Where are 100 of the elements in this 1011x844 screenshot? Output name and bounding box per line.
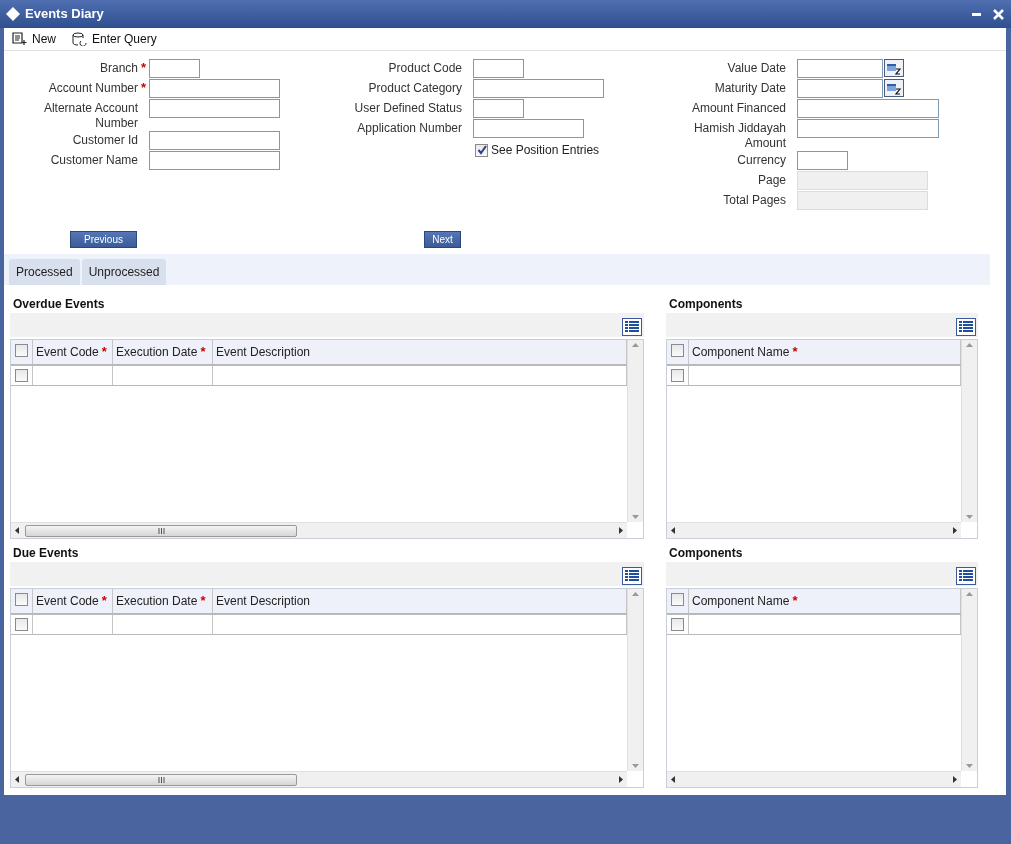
required-asterisk: * xyxy=(200,343,206,362)
down-arrow-icon xyxy=(966,764,973,768)
next-button[interactable]: Next xyxy=(424,230,461,248)
required-asterisk: * xyxy=(140,79,147,96)
input-field[interactable] xyxy=(149,79,280,98)
down-arrow-icon xyxy=(966,515,973,519)
column-header: Execution Date * xyxy=(113,589,213,613)
horizontal-scrollbar[interactable] xyxy=(11,522,627,538)
left-arrow-icon xyxy=(671,527,675,534)
input-field[interactable] xyxy=(149,99,280,118)
required-asterisk: * xyxy=(101,343,107,362)
input-field[interactable] xyxy=(797,79,883,98)
checkbox[interactable] xyxy=(15,344,28,357)
right-arrow-icon xyxy=(953,527,957,534)
calendar-button[interactable] xyxy=(884,59,904,77)
readonly-field[interactable] xyxy=(797,171,928,190)
up-arrow-icon xyxy=(632,592,639,596)
horizontal-scrollbar[interactable] xyxy=(11,771,627,787)
input-field[interactable] xyxy=(797,151,848,170)
field-label: User Defined Status xyxy=(354,101,462,116)
field-label: Total Pages xyxy=(723,193,786,208)
list-view-button[interactable] xyxy=(956,318,976,336)
field-label: Currency xyxy=(737,153,786,168)
input-field[interactable] xyxy=(797,59,883,78)
checkbox[interactable] xyxy=(671,618,684,631)
checkbox[interactable] xyxy=(671,344,684,357)
input-field[interactable] xyxy=(149,59,200,78)
right-arrow-icon xyxy=(619,527,623,534)
up-arrow-icon xyxy=(966,343,973,347)
list-icon xyxy=(959,570,973,582)
input-field[interactable] xyxy=(797,119,939,138)
section-title: Overdue Events xyxy=(13,297,106,311)
horizontal-scrollbar[interactable] xyxy=(667,522,961,538)
calendar-icon xyxy=(886,83,902,96)
list-view-button[interactable] xyxy=(622,567,642,585)
horizontal-scrollbar[interactable] xyxy=(667,771,961,787)
checkbox[interactable] xyxy=(475,143,488,157)
right-arrow-icon xyxy=(619,776,623,783)
section-title: Components xyxy=(669,546,744,560)
field-label: Application Number xyxy=(357,121,462,136)
up-arrow-icon xyxy=(966,592,973,596)
checkbox-label: See Position Entries xyxy=(491,142,600,159)
diamond-icon xyxy=(5,6,21,22)
vertical-scrollbar[interactable] xyxy=(627,589,643,771)
field-label: Hamish Jiddayah Amount xyxy=(692,121,786,151)
list-view-button[interactable] xyxy=(622,318,642,336)
vertical-scrollbar[interactable] xyxy=(627,340,643,522)
required-asterisk: * xyxy=(101,592,107,611)
checkbox[interactable] xyxy=(671,593,684,606)
list-icon xyxy=(959,321,973,333)
close-icon xyxy=(992,8,1004,20)
checkbox[interactable] xyxy=(15,369,28,382)
tab[interactable]: Processed xyxy=(9,259,80,285)
scroll-thumb[interactable] xyxy=(25,524,297,537)
toolbar-button[interactable]: New xyxy=(12,30,56,48)
left-arrow-icon xyxy=(671,776,675,783)
field-label: Product Category xyxy=(368,81,462,96)
column-header: Event Code * xyxy=(33,340,113,364)
field-label: Page xyxy=(757,173,786,188)
database-icon xyxy=(72,32,88,46)
toolbar-button[interactable]: Enter Query xyxy=(72,30,157,48)
close-button[interactable] xyxy=(990,6,1006,22)
up-arrow-icon xyxy=(632,343,639,347)
input-field[interactable] xyxy=(473,99,524,118)
tab[interactable]: Unprocessed xyxy=(81,259,167,285)
readonly-field[interactable] xyxy=(797,191,928,210)
new-document-icon xyxy=(12,32,28,46)
previous-button[interactable]: Previous xyxy=(70,230,137,248)
vertical-scrollbar[interactable] xyxy=(961,340,977,522)
field-label: Value Date xyxy=(727,61,786,76)
checkbox[interactable] xyxy=(671,369,684,382)
field-label: Customer Name xyxy=(50,153,138,168)
checkbox[interactable] xyxy=(15,618,28,631)
input-field[interactable] xyxy=(473,59,524,78)
vertical-scrollbar[interactable] xyxy=(961,589,977,771)
scroll-thumb[interactable] xyxy=(25,773,297,786)
column-header: Event Code * xyxy=(33,589,113,613)
input-field[interactable] xyxy=(149,131,280,150)
required-asterisk: * xyxy=(140,59,147,76)
required-asterisk: * xyxy=(792,343,798,362)
input-field[interactable] xyxy=(149,151,280,170)
input-field[interactable] xyxy=(473,79,604,98)
list-view-button[interactable] xyxy=(956,567,976,585)
calendar-button[interactable] xyxy=(884,79,904,97)
field-label: Branch xyxy=(99,61,138,76)
input-field[interactable] xyxy=(473,119,584,138)
field-label: Alternate Account Number xyxy=(42,101,138,131)
list-icon xyxy=(625,321,639,333)
right-arrow-icon xyxy=(953,776,957,783)
field-label: Product Code xyxy=(388,61,462,76)
required-asterisk: * xyxy=(200,592,206,611)
left-arrow-icon xyxy=(15,527,19,534)
checkbox[interactable] xyxy=(15,593,28,606)
column-header: Execution Date * xyxy=(113,340,213,364)
left-arrow-icon xyxy=(15,776,19,783)
section-title: Due Events xyxy=(13,546,80,560)
field-label: Account Number xyxy=(48,81,138,96)
down-arrow-icon xyxy=(632,515,639,519)
input-field[interactable] xyxy=(797,99,939,118)
field-label: Amount Financed xyxy=(691,101,786,116)
